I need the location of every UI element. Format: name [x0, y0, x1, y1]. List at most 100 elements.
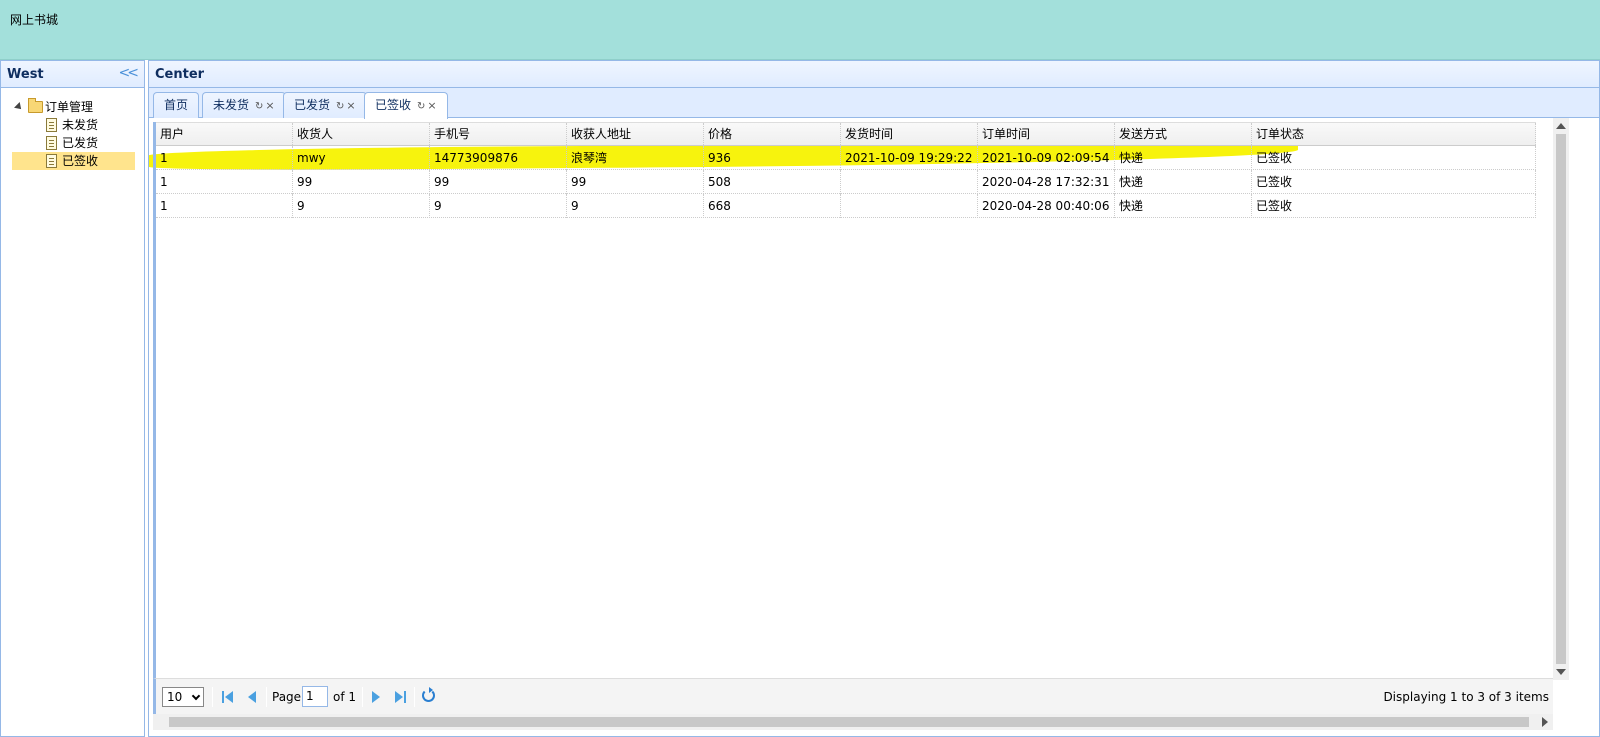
- arrow-right-icon: [372, 691, 380, 703]
- cell-address: 9: [567, 194, 704, 218]
- west-panel-header: West <<: [1, 61, 144, 88]
- scroll-down-icon[interactable]: [1556, 669, 1566, 675]
- column-header-consignee[interactable]: 收货人: [293, 123, 430, 147]
- tab-label: 首页: [164, 98, 189, 112]
- chevron-down-icon: [191, 691, 201, 701]
- table-row[interactable]: 1 99 99 99 508 2020-04-28 17:32:31 快递 已签收: [156, 170, 1536, 194]
- tree-node-signed[interactable]: 已签收: [1, 152, 144, 170]
- close-tab-icon[interactable]: ×: [346, 99, 355, 112]
- tab-label: 已签收: [375, 98, 412, 112]
- order-datagrid: 用户 收货人 手机号 收获人地址 价格 发货时间 订单时间 发送方式 订单状态 …: [153, 122, 1568, 678]
- pagination-info: Displaying 1 to 3 of 3 items: [1383, 690, 1549, 704]
- cell-address: 99: [567, 170, 704, 194]
- scroll-thumb[interactable]: [169, 717, 1529, 727]
- north-banner: 网上书城: [0, 0, 1600, 60]
- pagination-bar: 10 Page 1 of 1 Displaying 1 to 3 of 3 it…: [153, 678, 1553, 714]
- page-label: Page: [272, 690, 302, 704]
- tab-signed[interactable]: 已签收 ↻ ×: [364, 92, 448, 119]
- horizontal-scrollbar[interactable]: [153, 714, 1553, 730]
- separator: [362, 687, 363, 707]
- arrow-left-icon: [225, 691, 233, 703]
- arrow-right-icon: [395, 691, 403, 703]
- column-header-price[interactable]: 价格: [704, 123, 841, 147]
- page-total: of 1: [333, 690, 357, 704]
- page-size-value: 10: [167, 690, 183, 704]
- site-title: 网上书城: [10, 13, 59, 27]
- cell-ship-time: [841, 170, 978, 194]
- page-number-input[interactable]: 1: [302, 686, 328, 707]
- column-header-order-time[interactable]: 订单时间: [978, 123, 1115, 147]
- scroll-right-icon[interactable]: [1542, 717, 1548, 727]
- cell-price: 936: [704, 146, 841, 170]
- cell-ship-time: [841, 194, 978, 218]
- close-tab-icon[interactable]: ×: [265, 99, 274, 112]
- tabs-bar: 首页 未发货 ↻ × 已发货 ↻ × 已签收 ↻ ×: [149, 88, 1599, 119]
- cell-order-status: 已签收: [1252, 170, 1536, 194]
- tab-unshipped[interactable]: 未发货 ↻ ×: [202, 92, 286, 118]
- next-page-button[interactable]: [368, 689, 384, 705]
- cell-consignee: 99: [293, 170, 430, 194]
- column-header-ship-time[interactable]: 发货时间: [841, 123, 978, 147]
- tree-node-order-management[interactable]: 订单管理: [1, 98, 144, 116]
- cell-price: 668: [704, 194, 841, 218]
- order-tree: 订单管理 未发货 已发货 已签收: [1, 88, 144, 170]
- close-tab-icon[interactable]: ×: [427, 99, 436, 112]
- column-header-order-status[interactable]: 订单状态: [1252, 123, 1536, 147]
- cell-consignee: mwy: [293, 146, 430, 170]
- separator: [266, 687, 267, 707]
- cell-shipping-method: 快递: [1115, 146, 1252, 170]
- table-row[interactable]: 1 mwy 14773909876 浪琴湾 936 2021-10-09 19:29:22…: [156, 146, 1536, 170]
- refresh-tab-icon[interactable]: ↻: [255, 101, 263, 112]
- center-panel-header: Center: [149, 61, 1599, 88]
- cell-order-status: 已签收: [1252, 194, 1536, 218]
- column-header-user[interactable]: 用户: [156, 123, 293, 147]
- tree-node-unshipped[interactable]: 未发货: [1, 116, 144, 134]
- table-row[interactable]: 1 9 9 9 668 2020-04-28 00:40:06 快递 已签收: [156, 194, 1536, 218]
- collapse-left-icon[interactable]: <<: [119, 65, 140, 81]
- cell-phone: 14773909876: [430, 146, 567, 170]
- column-header-shipping-method[interactable]: 发送方式: [1115, 123, 1252, 147]
- tab-label: 未发货: [213, 98, 250, 112]
- cell-order-time: 2020-04-28 00:40:06: [978, 194, 1115, 218]
- grid-header: 用户 收货人 手机号 收获人地址 价格 发货时间 订单时间 发送方式 订单状态: [156, 122, 1536, 147]
- first-page-button[interactable]: [220, 689, 236, 705]
- tab-label: 已发货: [294, 98, 331, 112]
- column-header-phone[interactable]: 手机号: [430, 123, 567, 147]
- cell-order-time: 2020-04-28 17:32:31: [978, 170, 1115, 194]
- file-icon: [46, 154, 57, 168]
- separator: [414, 687, 415, 707]
- scroll-up-icon[interactable]: [1556, 123, 1566, 129]
- cell-shipping-method: 快递: [1115, 194, 1252, 218]
- tree-node-label: 未发货: [62, 118, 99, 132]
- tab-home[interactable]: 首页: [153, 92, 200, 118]
- arrow-left-icon: [248, 691, 256, 703]
- tree-node-label: 已签收: [62, 154, 99, 168]
- cell-order-time: 2021-10-09 02:09:54: [978, 146, 1115, 170]
- last-page-icon: [404, 691, 406, 703]
- cell-user: 1: [156, 170, 293, 194]
- refresh-tab-icon[interactable]: ↻: [417, 101, 425, 112]
- tree-node-label: 已发货: [62, 136, 99, 150]
- center-panel: Center 首页 未发货 ↻ × 已发货 ↻ × 已签收 ↻ × 用户 收货人 手机号 收…: [148, 60, 1600, 737]
- expand-arrow-icon[interactable]: [14, 102, 24, 112]
- folder-open-icon: [28, 98, 43, 113]
- last-page-button[interactable]: [392, 689, 408, 705]
- center-panel-title: Center: [155, 67, 205, 82]
- cell-consignee: 9: [293, 194, 430, 218]
- tab-shipped[interactable]: 已发货 ↻ ×: [283, 92, 367, 118]
- cell-phone: 99: [430, 170, 567, 194]
- cell-user: 1: [156, 146, 293, 170]
- column-header-address[interactable]: 收获人地址: [567, 123, 704, 147]
- tree-node-label: 订单管理: [45, 100, 94, 114]
- tree-node-shipped[interactable]: 已发货: [1, 134, 144, 152]
- first-page-icon: [222, 691, 224, 703]
- refresh-tab-icon[interactable]: ↻: [336, 101, 344, 112]
- scroll-thumb[interactable]: [1556, 134, 1566, 664]
- west-panel-title: West: [7, 67, 44, 82]
- vertical-scrollbar[interactable]: [1553, 118, 1569, 680]
- refresh-icon[interactable]: [422, 687, 435, 702]
- cell-order-status: 已签收: [1252, 146, 1536, 170]
- west-panel: West << 订单管理 未发货 已发货 已签收: [0, 60, 145, 737]
- page-size-select[interactable]: 10: [162, 687, 204, 707]
- prev-page-button[interactable]: [244, 689, 260, 705]
